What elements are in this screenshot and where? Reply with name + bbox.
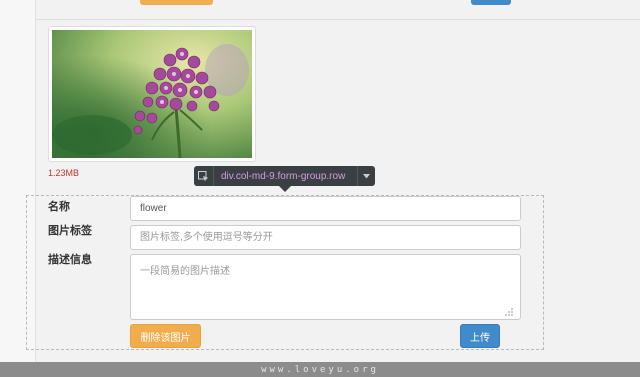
watermark-bar: www.loveyu.org bbox=[0, 362, 640, 377]
flower-photo bbox=[52, 30, 252, 158]
tooltip-arrow bbox=[279, 186, 291, 192]
section-divider bbox=[36, 19, 640, 20]
previous-upload-button-edge[interactable] bbox=[471, 0, 511, 5]
tags-label: 图片标签 bbox=[48, 224, 92, 237]
watermark-text: www.loveyu.org bbox=[261, 364, 379, 375]
caret-down-icon[interactable] bbox=[357, 166, 375, 186]
name-input[interactable] bbox=[130, 196, 521, 221]
image-thumbnail bbox=[48, 26, 256, 162]
inspector-tooltip: div.col-md-9.form-group.row bbox=[194, 166, 375, 186]
description-label: 描述信息 bbox=[48, 253, 92, 266]
resize-grip-icon[interactable] bbox=[502, 305, 514, 317]
file-size-label: 1.23MB bbox=[48, 168, 80, 178]
tooltip-selector-text: div.col-md-9.form-group.row bbox=[221, 170, 346, 182]
description-textarea[interactable] bbox=[130, 254, 521, 320]
delete-image-button[interactable]: 删除该图片 bbox=[130, 324, 201, 348]
tags-input[interactable] bbox=[130, 225, 521, 250]
upload-button[interactable]: 上传 bbox=[460, 324, 500, 348]
previous-delete-button-edge[interactable] bbox=[140, 0, 213, 5]
inspect-element-icon[interactable] bbox=[194, 166, 214, 186]
name-label: 名称 bbox=[48, 200, 70, 213]
